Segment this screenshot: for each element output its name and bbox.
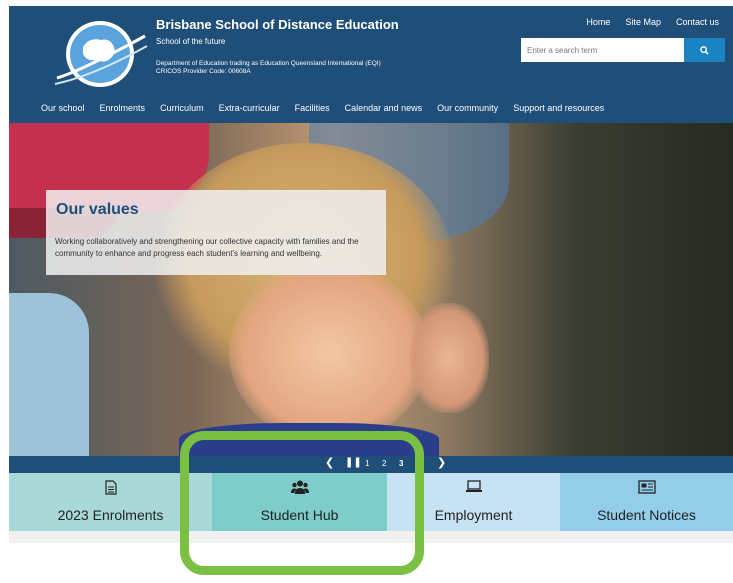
newspaper-icon — [637, 480, 656, 494]
next-slide-icon[interactable]: ❯ — [437, 456, 446, 469]
site-header: Brisbane School of Distance Education Sc… — [9, 6, 733, 123]
tile-label: Student Notices — [597, 507, 696, 523]
tile-student-notices[interactable]: Student Notices — [560, 473, 733, 531]
hero-face — [229, 263, 429, 443]
search-button[interactable] — [684, 38, 725, 62]
site-tagline: School of the future — [156, 37, 226, 46]
laptop-icon — [465, 480, 482, 492]
nav-our-community[interactable]: Our community — [437, 103, 498, 113]
hero-text: Working collaboratively and strengthenin… — [55, 237, 359, 258]
site-title[interactable]: Brisbane School of Distance Education — [156, 17, 399, 32]
nav-our-school[interactable]: Our school — [41, 103, 85, 113]
home-link[interactable]: Home — [586, 17, 610, 27]
nav-curriculum[interactable]: Curriculum — [160, 103, 204, 113]
cricos-code: CRICOS Provider Code: 00608A — [156, 68, 251, 75]
document-icon — [104, 480, 117, 495]
highlight-box — [180, 431, 424, 575]
search-input[interactable] — [521, 38, 684, 62]
top-links: Home Site Map Contact us — [586, 17, 719, 27]
hero-banner: Our values Working collaboratively and s… — [9, 123, 733, 456]
department-text: Department of Education trading as Educa… — [156, 60, 381, 67]
school-globe-logo[interactable] — [53, 12, 149, 92]
main-nav: Our school Enrolments Curriculum Extra-c… — [9, 103, 733, 113]
nav-enrolments[interactable]: Enrolments — [100, 103, 146, 113]
hero-caption: Our values Working collaboratively and s… — [46, 190, 386, 275]
search-bar — [521, 38, 725, 62]
hero-arm — [9, 293, 89, 456]
search-icon — [700, 45, 709, 55]
nav-support-and-resources[interactable]: Support and resources — [513, 103, 604, 113]
nav-calendar-and-news[interactable]: Calendar and news — [345, 103, 423, 113]
nav-extra-curricular[interactable]: Extra-curricular — [219, 103, 280, 113]
hero-hand — [409, 303, 489, 413]
site-map-link[interactable]: Site Map — [625, 17, 661, 27]
hero-title: Our values — [56, 201, 139, 218]
contact-us-link[interactable]: Contact us — [676, 17, 719, 27]
nav-facilities[interactable]: Facilities — [295, 103, 330, 113]
